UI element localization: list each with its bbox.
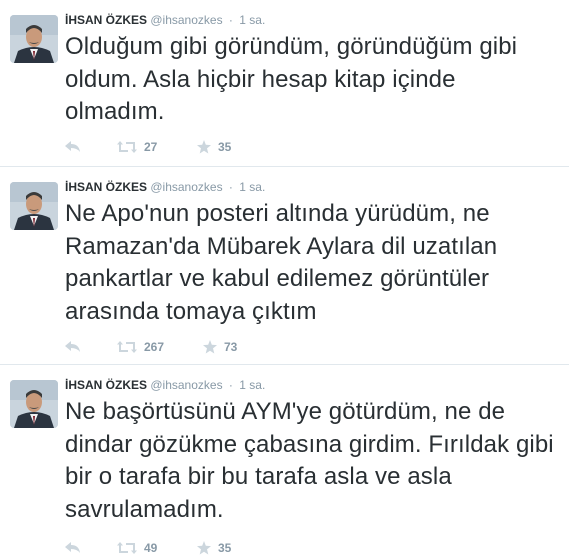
tweet-feed: İHSAN ÖZKES @ihsanozkes · 1 sa. Olduğum … <box>0 0 569 557</box>
favorite-count: 35 <box>218 541 232 555</box>
tweet-text: Ne Apo'nun posteri altında yürüdüm, ne R… <box>65 200 498 325</box>
retweet-icon <box>117 341 137 353</box>
tweet-text: Olduğum gibi göründüm, göründüğüm gibi o… <box>65 33 518 125</box>
retweet-count: 27 <box>144 140 158 154</box>
tweet-timestamp[interactable]: 1 sa. <box>239 180 265 194</box>
reply-icon <box>65 141 80 152</box>
author-handle[interactable]: @ihsanozkes <box>150 378 222 392</box>
author-handle[interactable]: @ihsanozkes <box>150 180 222 194</box>
reply-button[interactable] <box>65 339 81 355</box>
author-handle[interactable]: @ihsanozkes <box>150 13 222 27</box>
reply-button[interactable] <box>65 540 81 556</box>
star-icon <box>197 140 211 154</box>
favorite-count: 73 <box>224 340 238 354</box>
separator: · <box>228 13 233 27</box>
tweet-timestamp[interactable]: 1 sa. <box>239 13 265 27</box>
retweet-count: 267 <box>144 340 165 354</box>
reply-button[interactable] <box>65 139 81 155</box>
favorite-button[interactable]: 35 <box>197 540 231 556</box>
tweet[interactable]: İHSAN ÖZKES @ihsanozkes · 1 sa. Ne başör… <box>0 365 569 557</box>
retweet-button[interactable]: 49 <box>117 540 157 556</box>
reply-icon <box>65 542 80 553</box>
avatar-image <box>10 380 58 428</box>
tweet-header: İHSAN ÖZKES @ihsanozkes · 1 sa. <box>65 12 265 28</box>
favorite-count: 35 <box>218 140 232 154</box>
retweet-button[interactable]: 27 <box>117 139 157 155</box>
separator: · <box>228 378 233 392</box>
favorite-button[interactable]: 73 <box>203 339 237 355</box>
favorite-button[interactable]: 35 <box>197 139 231 155</box>
reply-icon <box>65 341 80 352</box>
retweet-icon <box>117 141 137 153</box>
tweet[interactable]: İHSAN ÖZKES @ihsanozkes · 1 sa. Ne Apo'n… <box>0 167 569 365</box>
star-icon <box>197 541 211 555</box>
avatar[interactable] <box>10 182 58 230</box>
tweet[interactable]: İHSAN ÖZKES @ihsanozkes · 1 sa. Olduğum … <box>0 0 569 167</box>
author-name[interactable]: İHSAN ÖZKES <box>65 13 147 27</box>
avatar[interactable] <box>10 380 58 428</box>
avatar-image <box>10 15 58 63</box>
retweet-count: 49 <box>144 541 158 555</box>
author-name[interactable]: İHSAN ÖZKES <box>65 378 147 392</box>
tweet-header: İHSAN ÖZKES @ihsanozkes · 1 sa. <box>65 377 265 393</box>
retweet-icon <box>117 542 137 554</box>
avatar-image <box>10 182 58 230</box>
retweet-button[interactable]: 267 <box>117 339 164 355</box>
avatar[interactable] <box>10 15 58 63</box>
author-name[interactable]: İHSAN ÖZKES <box>65 180 147 194</box>
tweet-text: Ne başörtüsünü AYM'ye götürdüm, ne de di… <box>65 398 554 523</box>
tweet-header: İHSAN ÖZKES @ihsanozkes · 1 sa. <box>65 179 265 195</box>
tweet-timestamp[interactable]: 1 sa. <box>239 378 265 392</box>
separator: · <box>228 180 233 194</box>
star-icon <box>203 340 217 354</box>
